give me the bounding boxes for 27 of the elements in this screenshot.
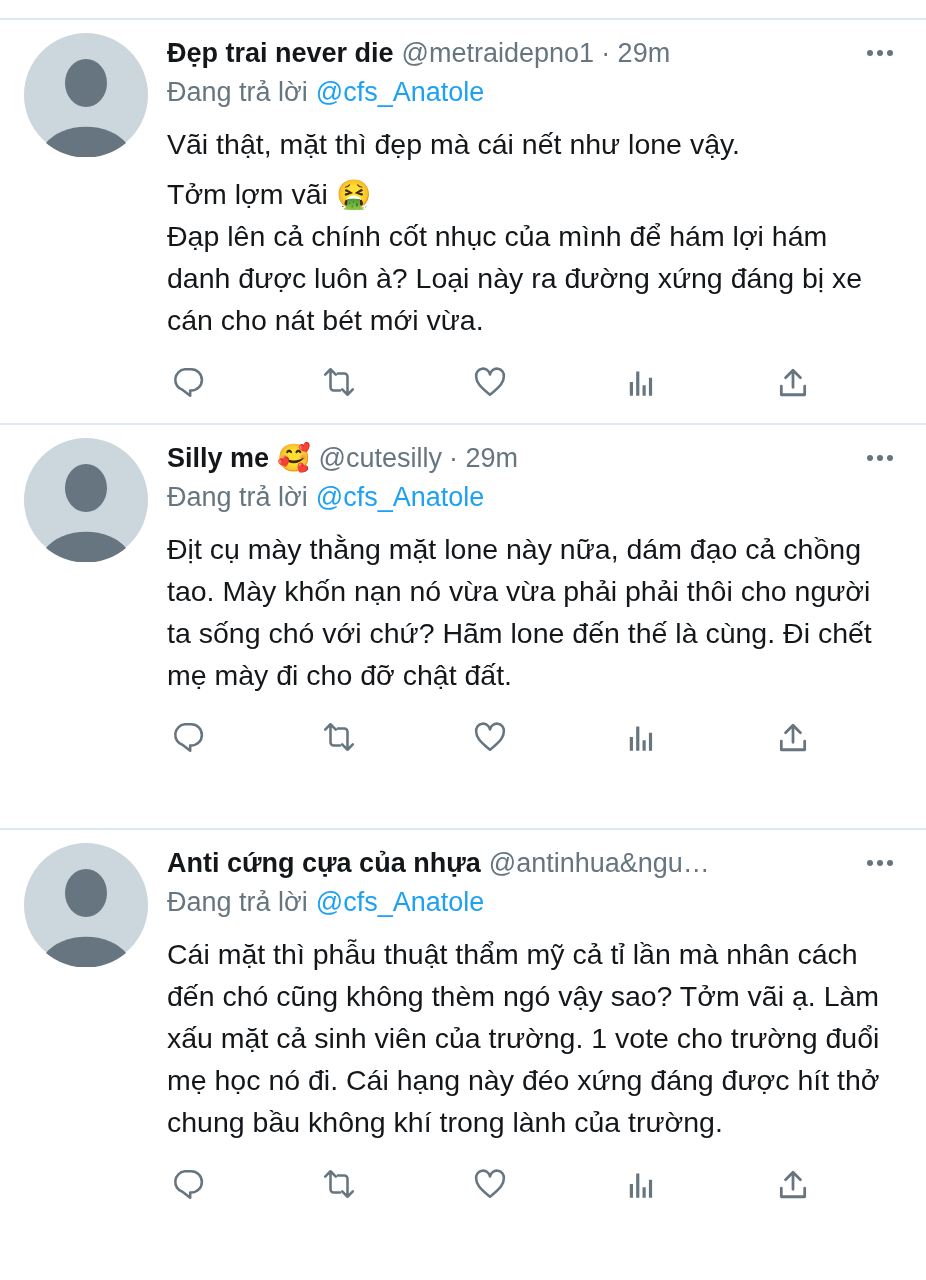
more-icon[interactable] xyxy=(866,49,894,57)
more-icon[interactable] xyxy=(866,859,894,867)
tweet-time: · 29m xyxy=(449,442,519,475)
tweet-text: Địt cụ mày thằng mặt lone này nữa, dám đạo cả chồng tao. Mày khốn nạn nó vừa vừa phải phải thôi cho người ta sống chó với chứ? Hãm lone đến thế là cùng. Đi chết mẹ mày đi cho đỡ chật đất. xyxy=(167,532,873,693)
reply-label: Đang trả lời xyxy=(167,887,308,917)
retweet-icon[interactable] xyxy=(321,1167,356,1201)
tweet-text: Vãi thật, mặt thì đẹp mà cái nết như lone vậy. xyxy=(167,127,742,162)
user-name[interactable]: Silly me 🥰 xyxy=(167,438,311,478)
tweet-time: · 29m xyxy=(601,37,671,70)
heart-icon[interactable] xyxy=(473,1167,507,1201)
user-handle: @metraidepno1 xyxy=(401,37,595,70)
user-handle: @antinhua&ngu… xyxy=(488,847,710,880)
heart-icon[interactable] xyxy=(473,365,507,399)
retweet-icon[interactable] xyxy=(321,720,356,754)
reply-label: Đang trả lời xyxy=(167,482,308,512)
avatar[interactable] xyxy=(24,438,148,562)
retweet-icon[interactable] xyxy=(321,365,356,399)
user-name[interactable]: Anti cứng cựa của nhựa xyxy=(167,843,481,883)
tweet-text: Tởm lợm vãi 🤮 Đạp lên cả chính cốt nhục của mình để hám lợi hám danh được luôn à? Loại này ra đường xứng đáng bị xe cán cho nát bét mới vừa. xyxy=(167,177,864,338)
user-name[interactable]: Đẹp trai never die xyxy=(167,33,394,73)
user-handle: @cutesilly xyxy=(318,442,442,475)
tweet-text: Cái mặt thì phẫu thuật thẩm mỹ cả tỉ lần mà nhân cách đến chó cũng không thèm ngó vậy sao? Tởm vãi ạ. Làm xấu mặt cả sinh viên của trường. 1 vote cho trường đuổi mẹ học nó đi. Cái hạng này đéo xứng đáng được hít thở chung bầu không khí trong lành của trường. xyxy=(167,937,881,1140)
avatar[interactable] xyxy=(24,33,148,157)
heart-icon[interactable] xyxy=(473,720,507,754)
more-icon[interactable] xyxy=(866,454,894,462)
avatar[interactable] xyxy=(24,843,148,967)
reply-label: Đang trả lời xyxy=(167,77,308,107)
